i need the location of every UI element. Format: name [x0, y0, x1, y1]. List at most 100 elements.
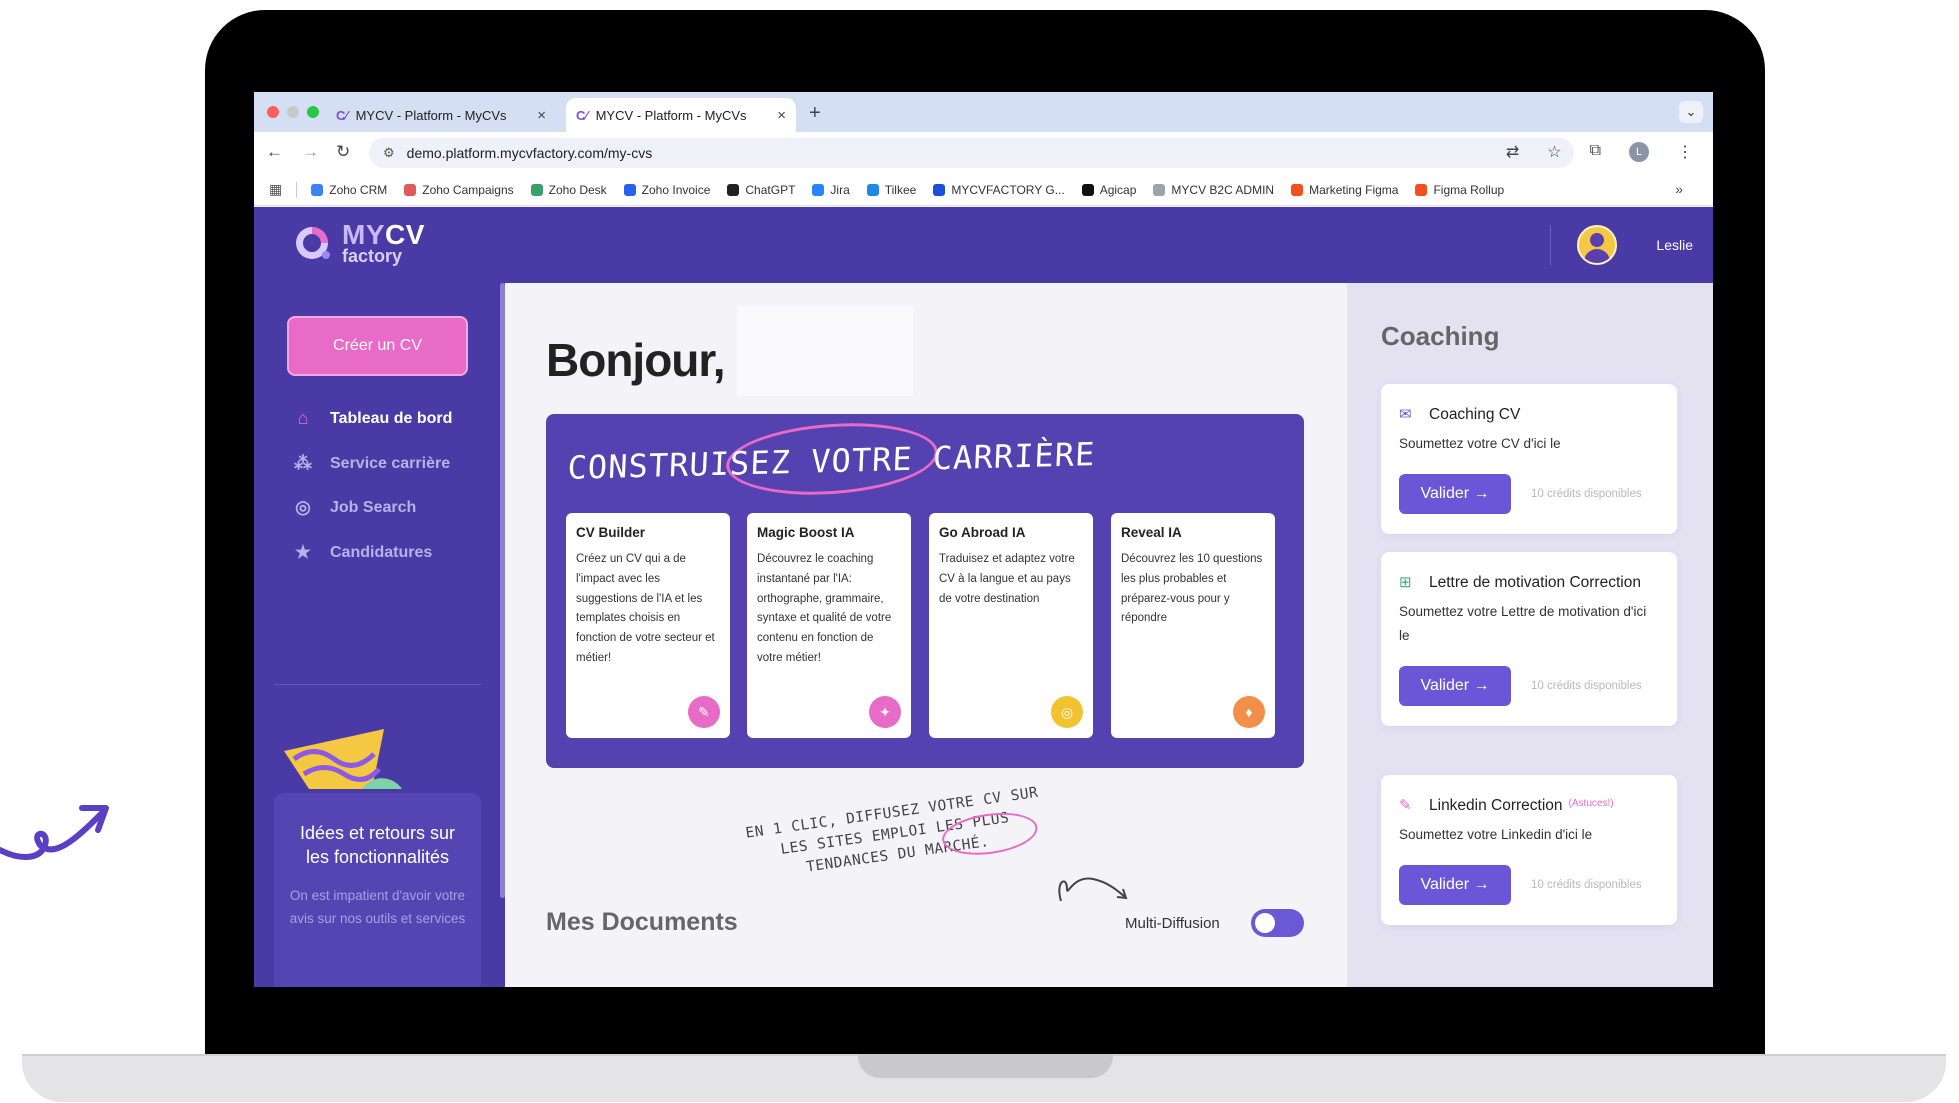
- browser-tab-1[interactable]: C⁄ MYCV - Platform - MyCVs ×: [326, 98, 556, 132]
- bookmark-label: Tilkee: [884, 182, 917, 197]
- valider-button[interactable]: Valider →: [1399, 474, 1511, 515]
- extensions-icon[interactable]: ⧉: [1590, 142, 1601, 162]
- tab-close-icon[interactable]: ×: [537, 107, 546, 124]
- bookmark-item[interactable]: ChatGPT: [727, 183, 795, 197]
- create-cv-button[interactable]: Créer un CV: [287, 316, 468, 376]
- valider-button[interactable]: Valider →: [1399, 665, 1511, 706]
- screen: C⁄ MYCV - Platform - MyCVs × C⁄ MYCV - P…: [254, 92, 1713, 987]
- profile-avatar[interactable]: L: [1629, 142, 1649, 162]
- browser-tab-bar: C⁄ MYCV - Platform - MyCVs × C⁄ MYCV - P…: [254, 92, 1713, 132]
- bookmark-item[interactable]: Marketing Figma: [1291, 183, 1398, 197]
- sidebar-item-label: Candidatures: [330, 543, 433, 561]
- feature-card-reveal[interactable]: Reveal IA Découvrez les 10 questions les…: [1111, 513, 1275, 738]
- tips-tag[interactable]: (Astuces!): [1569, 797, 1614, 812]
- bookmark-label: Jira: [830, 182, 850, 197]
- tab-search-button[interactable]: ⌄: [1679, 101, 1703, 123]
- feature-title: Reveal IA: [1121, 525, 1182, 540]
- multi-diffusion-toggle[interactable]: [1251, 909, 1304, 937]
- logo-mark-icon: [296, 227, 330, 259]
- feature-card-magic-boost[interactable]: Magic Boost IA Découvrez le coaching ins…: [747, 513, 911, 738]
- hero-banner: CONSTRUISEZ VOTRE CARRIÈRE CV Builder Cr…: [546, 414, 1304, 768]
- valider-button[interactable]: Valider →: [1399, 865, 1511, 906]
- bookmark-label: Agicap: [1099, 182, 1137, 197]
- feature-description: Créez un CV qui a de l'impact avec les s…: [576, 553, 715, 664]
- sidebar-item-candidatures[interactable]: ★ Candidatures: [292, 542, 432, 563]
- coaching-panel: Coaching ✉ Coaching CV Soumettez votre C…: [1347, 283, 1713, 987]
- tab-title: MYCV - Platform - MyCVs: [355, 107, 507, 123]
- bookmark-item[interactable]: Agicap: [1081, 182, 1137, 197]
- bookmark-item[interactable]: Figma Rollup: [1415, 183, 1504, 197]
- sidebar-item-job-search[interactable]: ◎ Job Search: [292, 497, 416, 518]
- bookmark-label: Zoho CRM: [329, 182, 388, 197]
- sidebar-item-service-carriere[interactable]: ⁂ Service carrière: [292, 453, 450, 474]
- pencil-icon: ✎: [1399, 797, 1412, 814]
- bookmark-label: Zoho Desk: [548, 182, 607, 197]
- bookmark-star-icon[interactable]: ☆: [1547, 142, 1561, 162]
- sidebar-item-label: Service carrière: [330, 454, 451, 472]
- feature-card-go-abroad[interactable]: Go Abroad IA Traduisez et adaptez votre …: [929, 513, 1093, 738]
- coaching-card-desc: Soumettez votre CV d'ici le: [1399, 436, 1561, 452]
- maximize-window-dot[interactable]: [307, 106, 319, 118]
- coaching-card-title: Lettre de motivation Correction: [1429, 574, 1641, 591]
- globe-icon: ◎: [1051, 696, 1083, 728]
- site-settings-icon[interactable]: ⚙: [383, 145, 395, 161]
- multi-diffusion-hint: EN 1 CLIC, DIFFUSEZ VOTRE CV SUR LES SIT…: [732, 781, 1058, 888]
- bookmark-item[interactable]: MYCV B2C ADMIN: [1153, 183, 1274, 197]
- forward-arrow-icon[interactable]: →: [302, 142, 319, 162]
- header-divider: [1550, 225, 1551, 265]
- back-arrow-icon[interactable]: ←: [266, 142, 283, 162]
- browser-tab-2[interactable]: C⁄ MYCV - Platform - MyCVs ×: [566, 98, 796, 132]
- app-header: MYCV factory Leslie: [254, 207, 1713, 283]
- feedback-text: On est impatient d'avoir votre avis sur …: [289, 887, 466, 927]
- tab-close-icon[interactable]: ×: [777, 107, 786, 124]
- coaching-card-title: Coaching CV: [1429, 406, 1521, 423]
- star-icon: ★: [294, 542, 312, 562]
- sidebar-item-tableau-de-bord[interactable]: ⌂ Tableau de bord: [292, 408, 453, 429]
- address-bar[interactable]: ⚙ demo.platform.mycvfactory.com/my-cvs: [369, 138, 1574, 168]
- bookmark-item[interactable]: Zoho Invoice: [623, 182, 711, 197]
- mycv-logo[interactable]: MYCV factory: [292, 221, 425, 265]
- feature-title: Magic Boost IA: [757, 525, 855, 540]
- bookmark-favicon-icon: [933, 183, 946, 196]
- user-name[interactable]: Leslie: [1656, 237, 1693, 253]
- coaching-card-title: Linkedin Correction: [1429, 797, 1563, 814]
- bookmark-item[interactable]: MYCVFACTORY G...: [933, 183, 1065, 197]
- bookmark-favicon-icon: [530, 183, 543, 196]
- reload-icon[interactable]: ↻: [336, 142, 350, 162]
- bookmark-favicon-icon: [623, 183, 636, 196]
- curly-arrow-icon: [1058, 877, 1128, 902]
- greeting-name-placeholder: [737, 306, 913, 396]
- feature-card-cv-builder[interactable]: CV Builder Créez un CV qui a de l'impact…: [566, 513, 730, 738]
- sidebar-divider: [274, 684, 481, 685]
- close-window-dot[interactable]: [267, 106, 279, 118]
- sidebar: Créer un CV ⌂ Tableau de bord ⁂ Service …: [254, 283, 505, 987]
- coaching-card-linkedin: ✎ Linkedin Correction (Astuces!) Soumett…: [1381, 775, 1677, 926]
- new-tab-button[interactable]: +: [809, 102, 821, 125]
- bookmark-label: Zoho Invoice: [641, 182, 711, 197]
- coaching-card-cv: ✉ Coaching CV Soumettez votre CV d'ici l…: [1381, 384, 1677, 535]
- bookmark-item[interactable]: Tilkee: [866, 182, 917, 197]
- feedback-card[interactable]: Idées et retours sur les fonctionnalités…: [274, 793, 481, 987]
- bookmark-favicon-icon: [1153, 183, 1166, 196]
- bookmark-item[interactable]: Zoho Desk: [530, 182, 607, 197]
- bookmark-label: ChatGPT: [745, 182, 796, 197]
- translate-icon[interactable]: ⇄: [1506, 142, 1519, 162]
- multi-diffusion-label: Multi-Diffusion: [1125, 915, 1220, 932]
- coaching-title: Coaching: [1381, 321, 1500, 351]
- more-bookmarks-icon[interactable]: »: [1675, 181, 1683, 197]
- bookmark-favicon-icon: [866, 183, 879, 196]
- credits-text: 10 crédits disponibles: [1531, 679, 1642, 692]
- bookmark-item[interactable]: Zoho Campaigns: [404, 183, 514, 197]
- bookmark-label: MYCV B2C ADMIN: [1171, 182, 1275, 197]
- bookmark-label: Figma Rollup: [1433, 182, 1505, 197]
- bookmarks-bar: ▦ Zoho CRM Zoho Campaigns Zoho Desk Zoho In…: [254, 174, 1713, 206]
- user-avatar[interactable]: [1577, 225, 1617, 265]
- feature-description: Découvrez les 10 questions les plus prob…: [1121, 553, 1263, 625]
- apps-grid-icon[interactable]: ▦: [269, 181, 282, 198]
- minimize-window-dot[interactable]: [287, 106, 299, 118]
- more-menu-icon[interactable]: ⋮: [1677, 142, 1693, 162]
- coaching-card-lettre: ⊞ Lettre de motivation Correction Soumet…: [1381, 552, 1677, 726]
- bookmark-item[interactable]: Jira: [812, 182, 850, 197]
- bookmark-item[interactable]: Zoho CRM: [311, 183, 387, 197]
- pen-icon: ✎: [688, 696, 720, 728]
